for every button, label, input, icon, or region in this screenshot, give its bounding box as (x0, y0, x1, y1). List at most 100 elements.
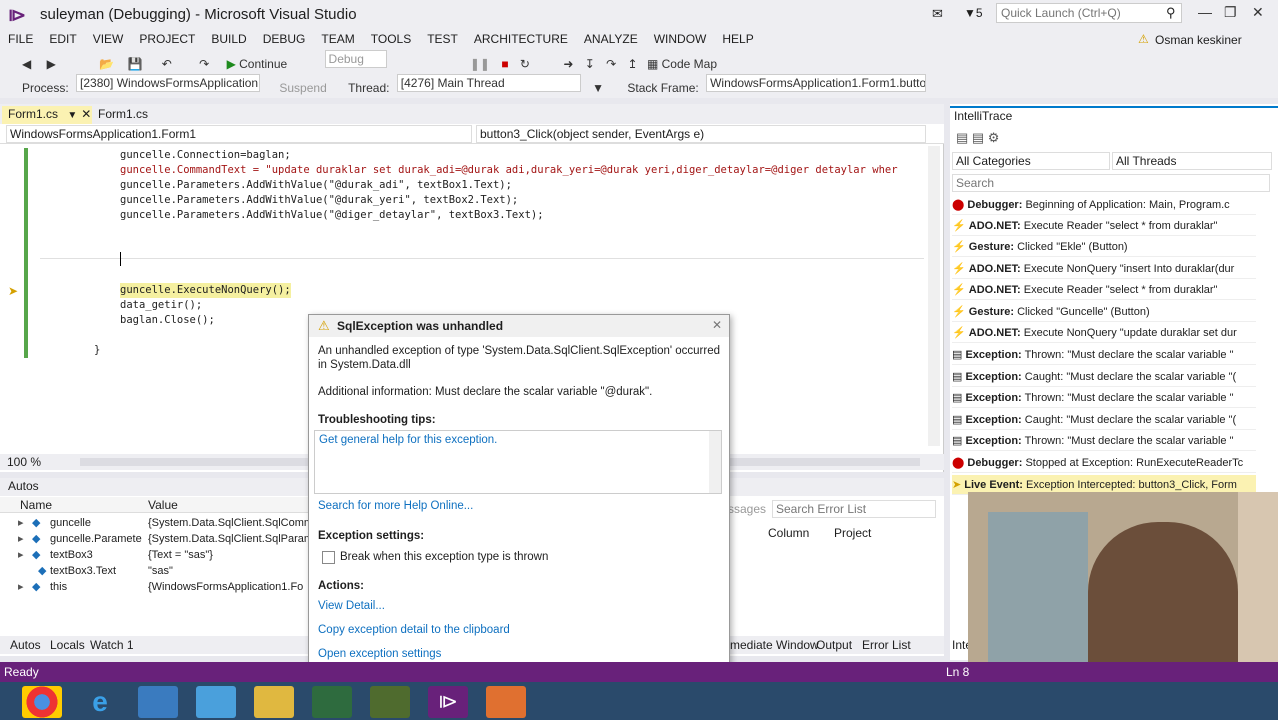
break-checkbox-label[interactable]: Break when this exception type is thrown (340, 551, 548, 563)
file-explorer-icon[interactable] (254, 686, 294, 718)
intellitrace-event[interactable]: ⬤ Debugger: Stopped at Exception: RunExe… (952, 453, 1256, 473)
expand-icon[interactable]: ▸ (18, 531, 24, 547)
maximize-button[interactable]: ❐ (1224, 4, 1237, 21)
autos-row[interactable]: ▸ ◆ guncelle.Paramete {System.Data.SqlClien… (0, 531, 313, 547)
column-value[interactable]: Value (148, 498, 178, 512)
breakpoint-gutter[interactable] (6, 146, 36, 452)
intellitrace-event[interactable]: ⚡ ADO.NET: Execute Reader "select * from… (952, 280, 1256, 300)
autos-row[interactable]: ▸ ◆ this {WindowsFormsApplication1.Fo (0, 579, 310, 595)
back-icon[interactable]: ◀ (22, 53, 31, 75)
error-list-search[interactable]: Search Error List (772, 500, 936, 518)
tab-autos[interactable]: Autos (10, 636, 41, 654)
menu-debug[interactable]: DEBUG (255, 30, 314, 48)
forward-icon[interactable]: ▶ (47, 53, 56, 75)
tab-form1-cs[interactable]: Form1.cs ▼ ✕ (2, 106, 92, 124)
view-detail-link[interactable]: View Detail... (318, 600, 385, 612)
intellitrace-event[interactable]: ⚡ Gesture: Clicked "Ekle" (Button) (952, 237, 1256, 257)
thread-select[interactable]: [4276] Main Thread (396, 74, 581, 92)
continue-icon[interactable]: ▶ (227, 53, 236, 75)
category-filter-select[interactable]: All Categories (952, 152, 1110, 170)
app-icon[interactable] (370, 686, 410, 718)
zoom-select[interactable]: 100 % (4, 454, 58, 472)
app-icon[interactable] (486, 686, 526, 718)
intellitrace-event[interactable]: ⚡ Gesture: Clicked "Guncelle" (Button) (952, 302, 1256, 322)
tips-scrollbar[interactable] (709, 431, 721, 493)
autos-row[interactable]: ▸ ◆ textBox3 {Text = "sas"} (0, 547, 310, 563)
menu-build[interactable]: BUILD (203, 30, 254, 48)
close-tab-icon[interactable]: ✕ (81, 107, 91, 121)
code-map-button[interactable]: Code Map (662, 53, 717, 75)
column-header-project[interactable]: Project (834, 526, 871, 540)
step-into-icon[interactable]: ↧ (585, 53, 595, 75)
open-file-icon[interactable]: 📂 (99, 53, 114, 75)
expand-icon[interactable]: ▸ (18, 547, 24, 563)
class-dropdown[interactable]: WindowsFormsApplication1.Form1 (6, 125, 472, 143)
stop-debugging-icon[interactable]: ■ (501, 53, 508, 75)
autos-row[interactable]: ◆ textBox3.Text "sas" (0, 563, 310, 579)
column-header-column[interactable]: Column (768, 526, 809, 540)
thread-filter-select[interactable]: All Threads (1112, 152, 1272, 170)
minimize-button[interactable]: — (1198, 4, 1212, 20)
notification-flag-icon[interactable]: ✉ (932, 6, 943, 22)
menu-project[interactable]: PROJECT (131, 30, 203, 48)
suspend-button[interactable]: Suspend (279, 77, 326, 99)
intellitrace-event[interactable]: ⚡ ADO.NET: Execute NonQuery "insert Into… (952, 259, 1256, 279)
process-select[interactable]: [2380] WindowsFormsApplication (76, 74, 261, 92)
intellitrace-event[interactable]: ▤ Exception: Thrown: "Must declare the s… (952, 345, 1256, 365)
user-name[interactable]: Osman keskiner (1155, 33, 1242, 47)
step-over-icon[interactable]: ↷ (606, 53, 616, 75)
intellitrace-toolbar-icons[interactable]: ▤ ▤ ⚙ (956, 130, 999, 146)
menu-window[interactable]: WINDOW (646, 30, 715, 48)
save-all-icon[interactable]: 💾 (127, 53, 142, 75)
menu-tools[interactable]: TOOLS (363, 30, 419, 48)
code-map-icon[interactable]: ▦ (647, 53, 658, 75)
menu-view[interactable]: VIEW (85, 30, 132, 48)
open-settings-link[interactable]: Open exception settings (318, 648, 441, 660)
expand-icon[interactable]: ▸ (18, 579, 24, 595)
intellitrace-search[interactable]: Search (952, 174, 1270, 192)
intellitrace-event[interactable]: ⚡ ADO.NET: Execute Reader "select * from… (952, 216, 1256, 236)
search-online-link[interactable]: Search for more Help Online... (318, 500, 473, 512)
menu-test[interactable]: TEST (419, 30, 466, 48)
quick-launch-input[interactable] (996, 3, 1182, 23)
tab-error-list[interactable]: Error List (862, 636, 911, 654)
internet-explorer-icon[interactable]: e (80, 686, 120, 718)
autos-row[interactable]: ▸ ◆ guncelle {System.Data.SqlClient.SqlComm (0, 515, 313, 531)
pin-icon[interactable]: ▼ (67, 110, 77, 121)
search-icon[interactable]: ⚲ (1166, 5, 1176, 21)
app-icon[interactable] (196, 686, 236, 718)
undo-icon[interactable]: ↶ (162, 53, 172, 75)
filter-threads-icon[interactable]: ▼ (592, 77, 604, 99)
intellitrace-event[interactable]: ⬤ Debugger: Beginning of Application: Ma… (952, 195, 1256, 215)
intellitrace-event[interactable]: ▤ Exception: Thrown: "Must declare the s… (952, 388, 1256, 408)
menu-file[interactable]: FILE (0, 30, 41, 48)
close-window-button[interactable]: ✕ (1252, 4, 1264, 21)
step-out-icon[interactable]: ↥ (628, 53, 638, 75)
copy-detail-link[interactable]: Copy exception detail to the clipboard (318, 624, 510, 636)
redo-icon[interactable]: ↷ (199, 53, 209, 75)
column-name[interactable]: Name (20, 498, 52, 512)
general-help-link[interactable]: Get general help for this exception. (319, 434, 497, 446)
tab-immediate-window[interactable]: mediate Window (730, 636, 819, 654)
tab-output[interactable]: Output (816, 636, 852, 654)
intellitrace-event[interactable]: ▤ Exception: Caught: "Must declare the s… (952, 410, 1256, 430)
tab-form1-design[interactable]: Form1.cs [Design] (94, 106, 194, 138)
network-icon[interactable] (138, 686, 178, 718)
vertical-scrollbar[interactable] (928, 146, 940, 446)
break-all-icon[interactable]: ❚❚ (470, 53, 490, 75)
chrome-icon[interactable] (22, 686, 62, 718)
menu-architecture[interactable]: ARCHITECTURE (466, 30, 576, 48)
intellitrace-event[interactable]: ⚡ ADO.NET: Execute NonQuery "update dura… (952, 323, 1256, 343)
menu-help[interactable]: HELP (714, 30, 761, 48)
intellitrace-event[interactable]: ▤ Exception: Caught: "Must declare the s… (952, 367, 1256, 387)
menu-analyze[interactable]: ANALYZE (576, 30, 646, 48)
visual-studio-taskbar-icon[interactable]: ⧐ (428, 686, 468, 718)
intellitrace-event[interactable]: ▤ Exception: Thrown: "Must declare the s… (952, 431, 1256, 451)
continue-button[interactable]: Continue (239, 53, 287, 75)
restart-icon[interactable]: ↻ (520, 53, 530, 75)
app-icon[interactable] (312, 686, 352, 718)
break-checkbox[interactable] (322, 551, 335, 564)
messages-filter[interactable]: ssages (728, 502, 766, 516)
close-dialog-icon[interactable]: ✕ (712, 318, 722, 332)
method-dropdown[interactable]: button3_Click(object sender, EventArgs e… (476, 125, 926, 143)
